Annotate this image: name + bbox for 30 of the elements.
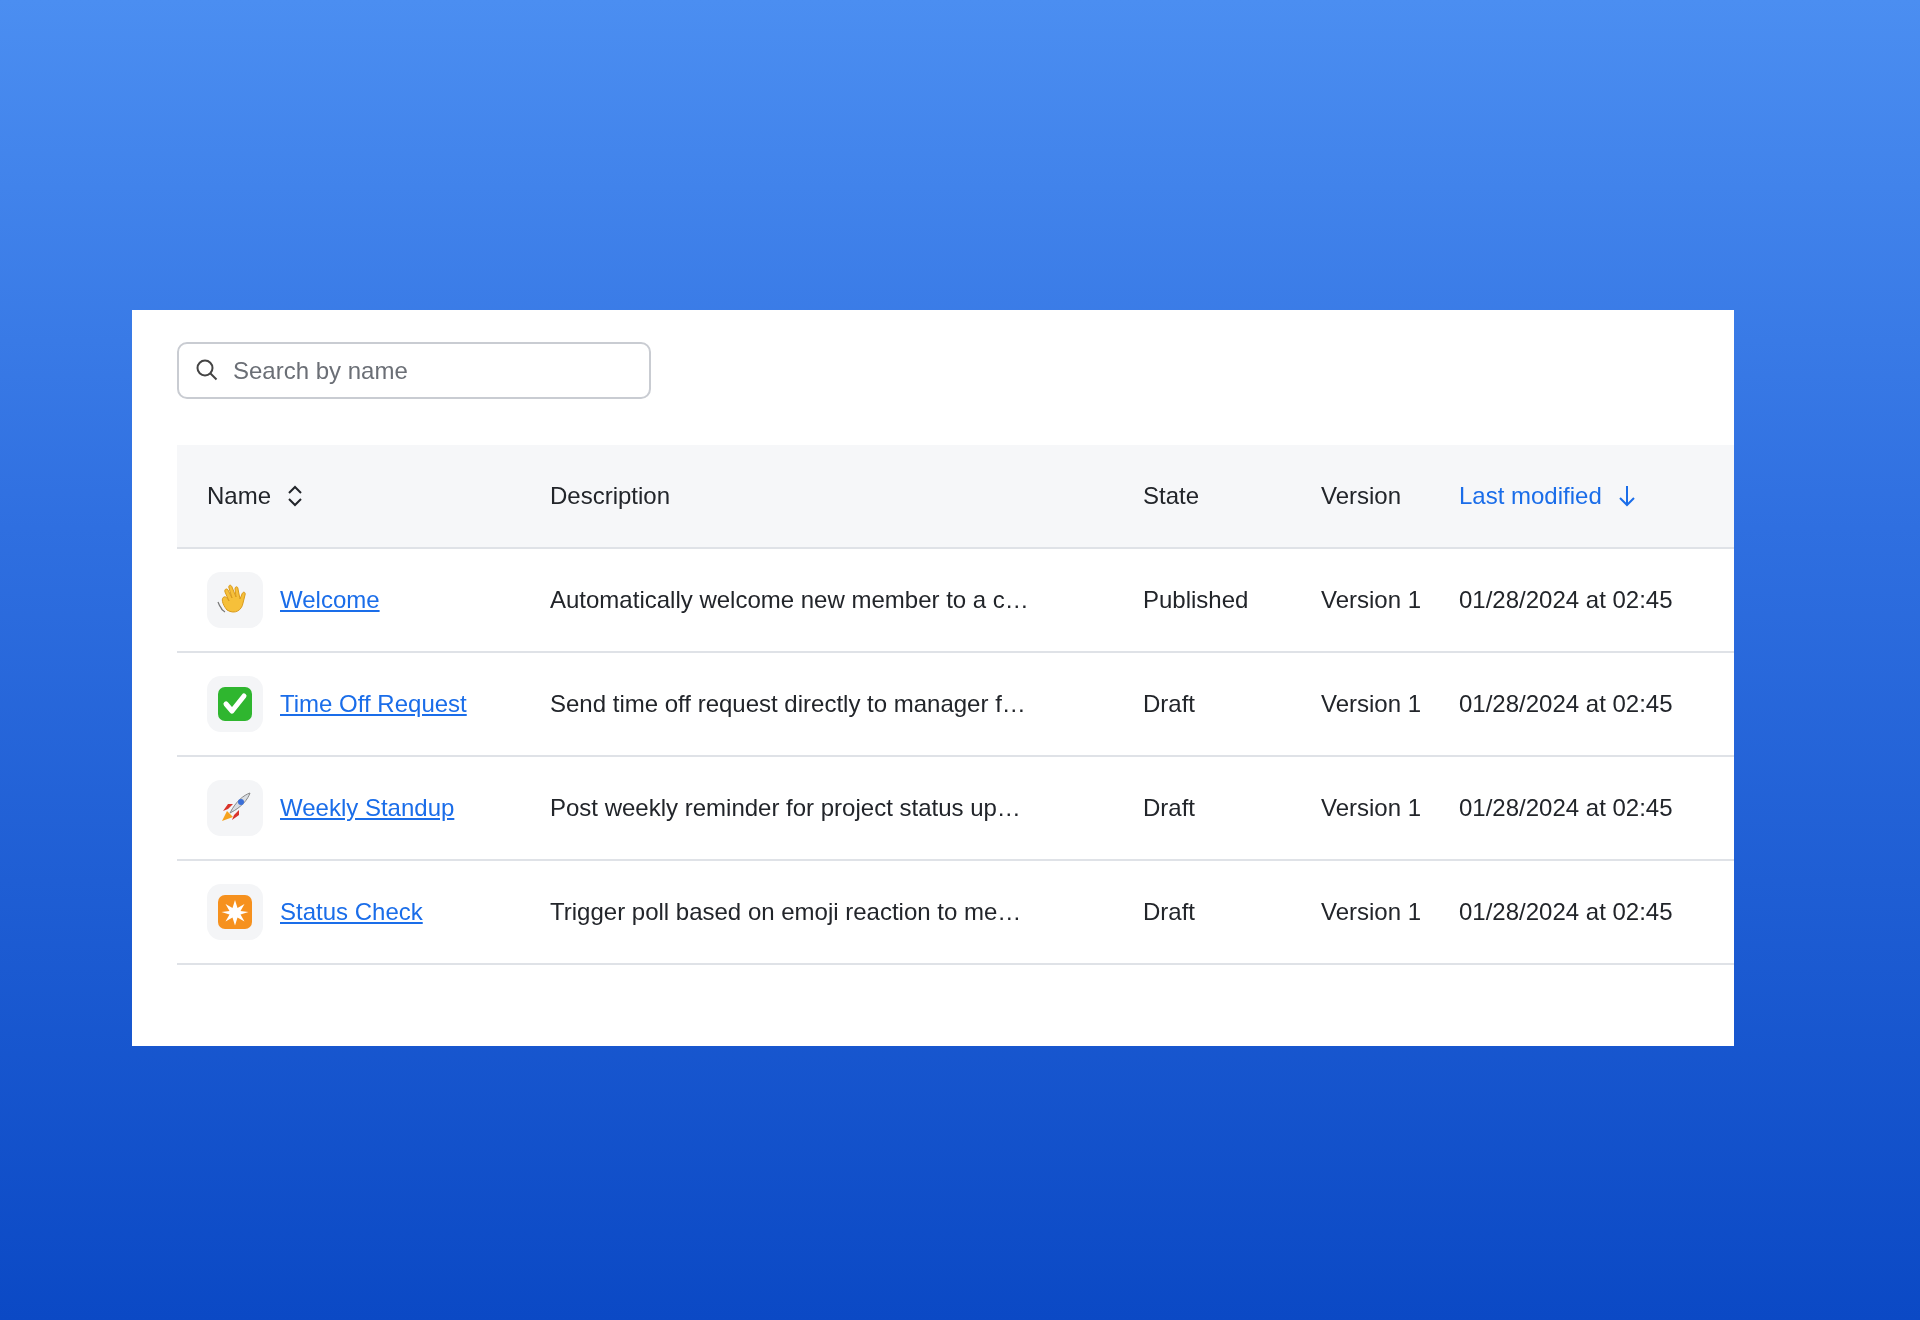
sort-descending-icon[interactable]: [1617, 484, 1636, 508]
search-icon: [195, 358, 219, 382]
workflow-link[interactable]: Status Check: [280, 898, 423, 926]
state-cell: Draft: [1143, 898, 1195, 925]
column-header[interactable]: Last modified: [1459, 482, 1602, 510]
date-cell: 01/28/2024 at 02:45: [1459, 898, 1673, 925]
version-cell: Version 1: [1321, 794, 1422, 821]
sort-icon[interactable]: [287, 485, 304, 507]
column-header: Description: [550, 482, 671, 510]
column-header: Version: [1321, 482, 1402, 510]
workflow-link[interactable]: Time Off Request: [280, 690, 467, 718]
state-cell: Published: [1143, 586, 1249, 613]
description-cell: Post weekly reminder for project status up…: [550, 794, 1021, 821]
column-header[interactable]: Name: [207, 482, 272, 510]
version-cell: Version 1: [1321, 898, 1422, 925]
workflow-link[interactable]: Welcome: [280, 586, 380, 614]
description-cell: Automatically welcome new member to a c…: [550, 586, 1029, 613]
search-field[interactable]: Search by name: [177, 342, 651, 399]
date-cell: 01/28/2024 at 02:45: [1459, 690, 1673, 717]
date-cell: 01/28/2024 at 02:45: [1459, 794, 1673, 821]
version-cell: Version 1: [1321, 690, 1422, 717]
workflow-link[interactable]: Weekly Standup: [280, 794, 455, 822]
state-cell: Draft: [1143, 794, 1195, 821]
check-mark-icon: [217, 686, 253, 722]
version-cell: Version 1: [1321, 586, 1422, 613]
description-cell: Trigger poll based on emoji reaction to me…: [550, 898, 1022, 925]
description-cell: Send time off request directly to manager f…: [550, 690, 1026, 717]
state-cell: Draft: [1143, 690, 1195, 717]
date-cell: 01/28/2024 at 02:45: [1459, 586, 1673, 613]
column-header: State: [1143, 482, 1200, 510]
